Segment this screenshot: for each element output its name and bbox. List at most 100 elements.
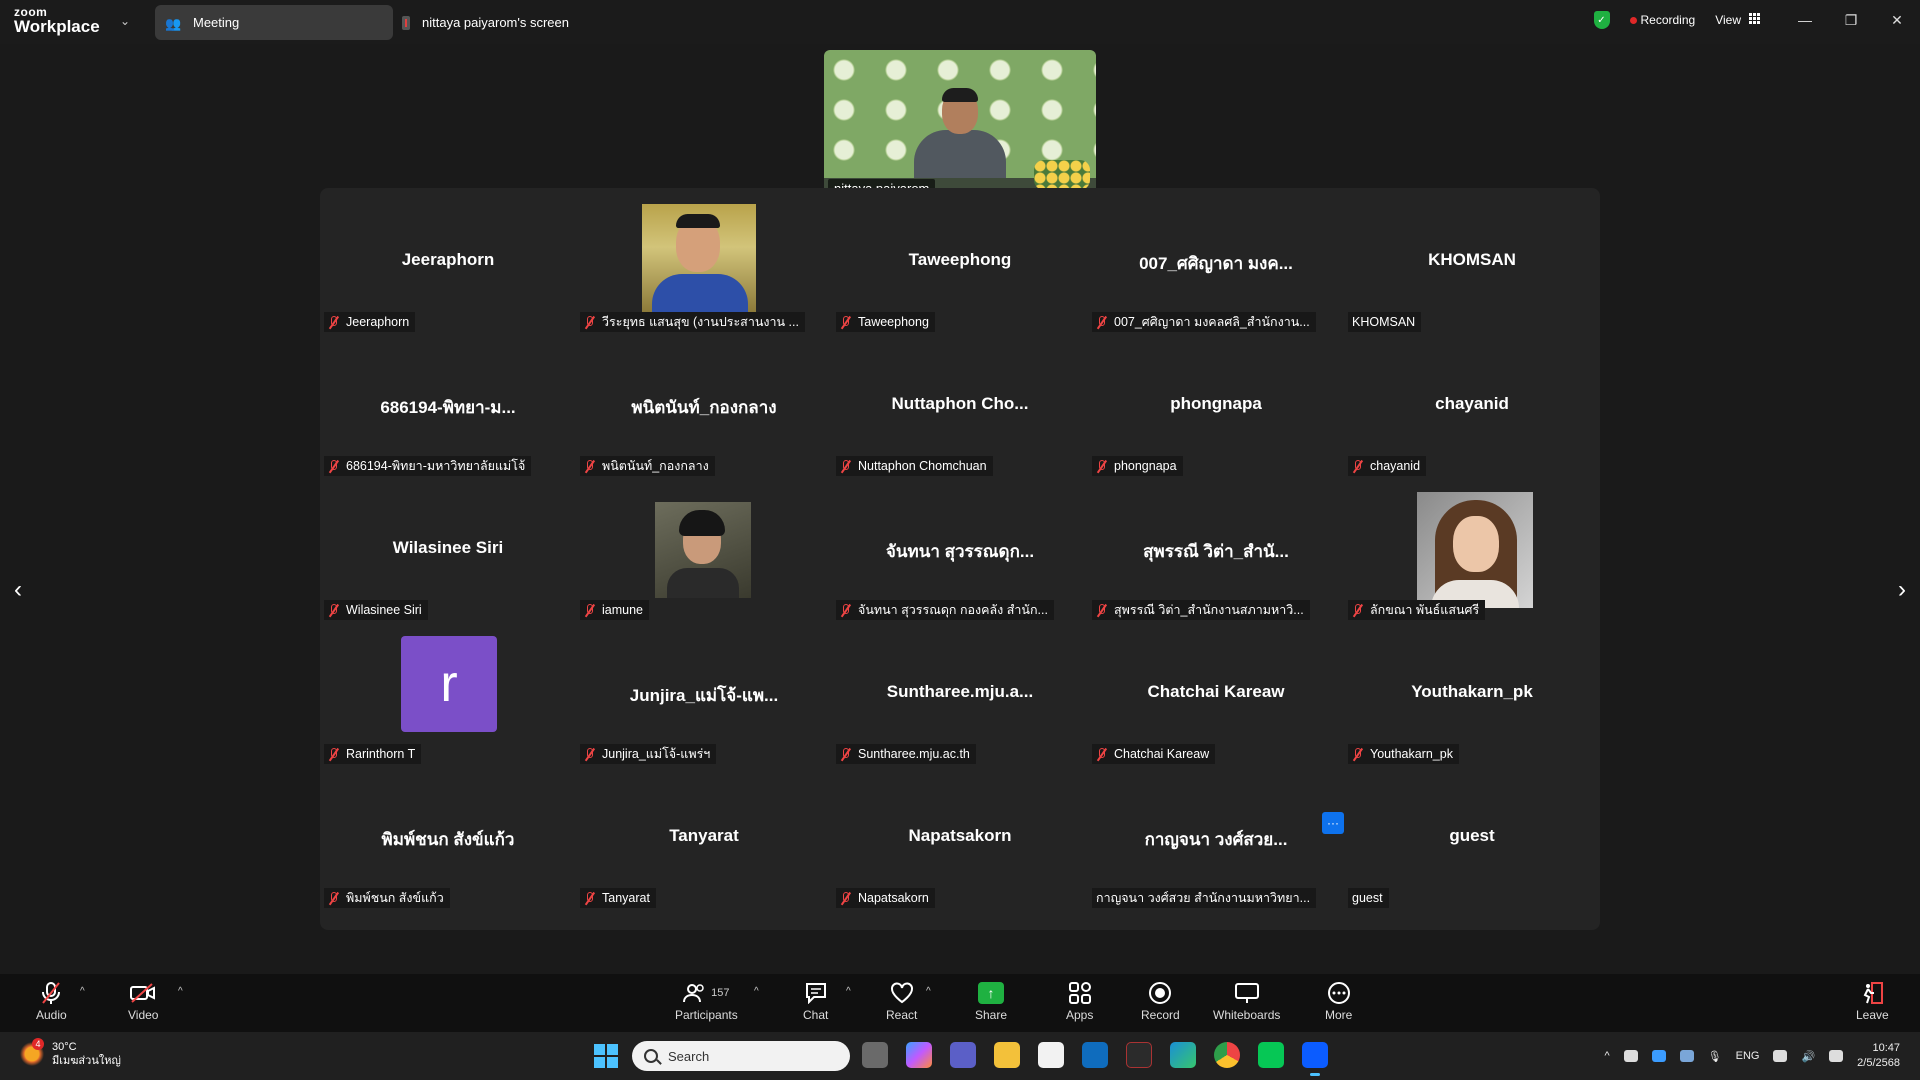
task-view-icon[interactable] bbox=[862, 1042, 888, 1068]
chat-button[interactable]: Chat bbox=[803, 978, 828, 1022]
participant-tile[interactable]: Suntharee.mju.a... Suntharee.mju.ac.th bbox=[832, 624, 1088, 768]
audio-options-caret-icon[interactable]: ^ bbox=[80, 986, 85, 997]
recording-indicator[interactable]: Recording bbox=[1629, 13, 1695, 27]
participant-tile[interactable]: Napatsakorn Napatsakorn bbox=[832, 768, 1088, 912]
windows-start-icon[interactable] bbox=[594, 1044, 618, 1068]
title-bar: zoom Workplace ⌄ 👥 Meeting nittaya paiya… bbox=[0, 0, 1920, 44]
copilot-icon[interactable] bbox=[906, 1042, 932, 1068]
participant-display-name: Wilasinee Siri bbox=[392, 538, 504, 557]
share-label: Share bbox=[975, 1008, 1008, 1022]
cloud-icon[interactable] bbox=[1623, 1050, 1638, 1062]
participant-name-label: สุพรรณี วิต่า_สำนักงานสภามหาวิ... bbox=[1092, 600, 1310, 620]
video-shirt bbox=[667, 568, 739, 598]
network-icon[interactable] bbox=[1773, 1050, 1788, 1062]
participant-display-name: Nuttaphon Cho... bbox=[891, 394, 1029, 413]
react-caret-icon[interactable]: ^ bbox=[926, 986, 931, 997]
chrome-icon[interactable] bbox=[1214, 1042, 1240, 1068]
participant-name-label: iamune bbox=[580, 600, 649, 620]
record-button[interactable]: Record bbox=[1141, 978, 1180, 1022]
participant-tile[interactable]: Tanyarat Tanyarat bbox=[576, 768, 832, 912]
screen-share-icon bbox=[402, 15, 410, 30]
audio-button[interactable]: Audio bbox=[36, 978, 67, 1022]
restore-icon[interactable]: ❐ bbox=[1828, 0, 1874, 40]
participant-tile[interactable]: Youthakarn_pk Youthakarn_pk bbox=[1344, 624, 1600, 768]
share-button[interactable]: ↑ Share bbox=[975, 978, 1007, 1022]
participant-tile[interactable]: Wilasinee Siri Wilasinee Siri bbox=[320, 480, 576, 624]
security-shield-icon[interactable]: ✓ bbox=[1593, 11, 1610, 29]
participant-display-name: Chatchai Kareaw bbox=[1147, 682, 1285, 701]
taskbar-search[interactable]: Search bbox=[632, 1041, 850, 1071]
microphone-muted-icon bbox=[584, 603, 594, 617]
participant-tile[interactable]: iamune bbox=[576, 480, 832, 624]
participants-button[interactable]: 157 Participants bbox=[675, 978, 738, 1022]
participant-tile[interactable]: พิมพ์ชนก สังข์แก้ว พิมพ์ชนก สังข์แก้ว bbox=[320, 768, 576, 912]
participant-tile[interactable]: สุพรรณี วิต่า_สำนั... สุพรรณี วิต่า_สำนัก… bbox=[1088, 480, 1344, 624]
leave-button[interactable]: Leave bbox=[1856, 978, 1889, 1022]
participant-name-label: Jeeraphorn bbox=[324, 312, 416, 332]
participant-tile[interactable]: Jeeraphorn Jeeraphorn bbox=[320, 192, 576, 336]
zoom-taskbar-icon[interactable] bbox=[1302, 1042, 1328, 1076]
tile-more-options-icon[interactable]: ··· bbox=[1322, 812, 1344, 834]
microphone-muted-icon bbox=[1096, 459, 1106, 473]
video-options-caret-icon[interactable]: ^ bbox=[178, 986, 183, 997]
minimize-icon[interactable]: — bbox=[1782, 0, 1828, 40]
more-button[interactable]: More bbox=[1325, 978, 1352, 1022]
weather-widget[interactable]: 4 30°C มีเมฆส่วนใหญ่ bbox=[20, 1038, 121, 1069]
sync-icon[interactable] bbox=[1679, 1050, 1694, 1062]
battery-icon[interactable] bbox=[1829, 1050, 1844, 1062]
participant-tile[interactable]: phongnapa phongnapa bbox=[1088, 336, 1344, 480]
active-speaker-video[interactable]: nittaya paiyarom bbox=[824, 50, 1096, 202]
file-explorer-icon[interactable] bbox=[994, 1042, 1020, 1068]
participants-caret-icon[interactable]: ^ bbox=[754, 986, 759, 997]
apps-button[interactable]: Apps bbox=[1066, 978, 1093, 1022]
participant-tile[interactable]: Chatchai Kareaw Chatchai Kareaw bbox=[1088, 624, 1344, 768]
edge-icon[interactable] bbox=[1170, 1042, 1196, 1068]
microphone-muted-icon bbox=[1096, 747, 1106, 761]
tab-meeting[interactable]: 👥 Meeting bbox=[155, 5, 393, 40]
next-page-arrow-icon[interactable]: › bbox=[1890, 576, 1914, 604]
participant-name-text: 686194-พิทยา-มหาวิทยาลัยแม่โจ้ bbox=[346, 459, 526, 473]
status-area: ✓ Recording View bbox=[1593, 0, 1760, 40]
tab-shared-screen[interactable]: nittaya paiyarom's screen bbox=[402, 5, 569, 40]
apps-icon bbox=[1068, 978, 1092, 1008]
participant-tile[interactable]: กาญจนา วงศ์สวย... กาญจนา วงศ์สวย สำนักงาน… bbox=[1088, 768, 1344, 912]
microsoft-store-icon[interactable] bbox=[1038, 1042, 1064, 1068]
volume-icon[interactable]: 🔊 bbox=[1801, 1050, 1815, 1063]
participant-name-label: KHOMSAN bbox=[1348, 312, 1422, 332]
participant-tile[interactable]: Junjira_แม่โจ้-แพ... Junjira_แม่โจ้-แพร่ฯ bbox=[576, 624, 832, 768]
chevron-down-icon[interactable]: ⌄ bbox=[120, 14, 130, 28]
participant-tile[interactable]: guest guest bbox=[1344, 768, 1600, 912]
participant-tile[interactable]: พนิตนันท์_กองกลาง พนิตนันท์_กองกลาง bbox=[576, 336, 832, 480]
whiteboards-button[interactable]: Whiteboards bbox=[1213, 978, 1280, 1022]
language-indicator[interactable]: ENG bbox=[1736, 1050, 1760, 1062]
participant-tile[interactable]: 007_ศศิญาดา มงค... 007_ศศิญาดา มงคลศลิ_สำ… bbox=[1088, 192, 1344, 336]
chat-caret-icon[interactable]: ^ bbox=[846, 986, 851, 997]
view-button[interactable]: View bbox=[1715, 13, 1760, 27]
close-icon[interactable]: ✕ bbox=[1874, 0, 1920, 40]
participant-tile[interactable]: Taweephong Taweephong bbox=[832, 192, 1088, 336]
teams-icon[interactable] bbox=[950, 1042, 976, 1068]
clock[interactable]: 10:47 2/5/2568 bbox=[1857, 1041, 1900, 1072]
participant-tile[interactable]: chayanid chayanid bbox=[1344, 336, 1600, 480]
participant-tile[interactable]: จันทนา สุวรรณดุก... จันทนา สุวรรณดุก กองค… bbox=[832, 480, 1088, 624]
microphone-muted-icon bbox=[840, 891, 850, 905]
previous-page-arrow-icon[interactable]: ‹ bbox=[6, 576, 30, 604]
participant-tile[interactable]: วีระยุทธ แสนสุข (งานประสานงาน ... bbox=[576, 192, 832, 336]
participant-tile[interactable]: 686194-พิทยา-ม... 686194-พิทยา-มหาวิทยาลั… bbox=[320, 336, 576, 480]
participant-tile[interactable]: ลักขณา พันธ์แสนศรี bbox=[1344, 480, 1600, 624]
react-button[interactable]: React bbox=[886, 978, 917, 1022]
participant-tile[interactable]: Nuttaphon Cho... Nuttaphon Chomchuan bbox=[832, 336, 1088, 480]
tray-chevron-up-icon[interactable]: ^ bbox=[1604, 1050, 1609, 1062]
video-button[interactable]: Video bbox=[128, 978, 158, 1022]
gaming-app-icon[interactable] bbox=[1126, 1042, 1152, 1068]
line-icon[interactable] bbox=[1258, 1042, 1284, 1068]
onedrive-icon[interactable] bbox=[1651, 1050, 1666, 1062]
participant-name-label: Suntharee.mju.ac.th bbox=[836, 744, 976, 764]
participant-tile[interactable]: r Rarinthorn T bbox=[320, 624, 576, 768]
participant-tile[interactable]: KHOMSAN KHOMSAN bbox=[1344, 192, 1600, 336]
more-icon bbox=[1327, 978, 1351, 1008]
microphone-tray-icon[interactable]: 🎙 bbox=[1708, 1050, 1722, 1063]
participant-display-name: Suntharee.mju.a... bbox=[886, 682, 1034, 701]
participant-display-name: Junjira_แม่โจ้-แพ... bbox=[629, 686, 779, 705]
outlook-icon[interactable] bbox=[1082, 1042, 1108, 1068]
